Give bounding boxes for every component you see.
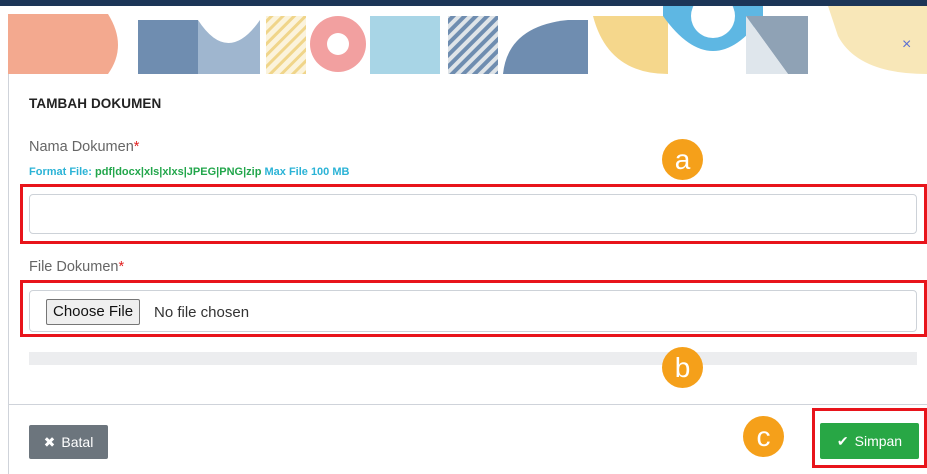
required-mark: *	[118, 259, 125, 275]
highlight-box-b	[20, 280, 927, 337]
required-mark: *	[133, 139, 140, 155]
hint-prefix: Format File:	[29, 166, 92, 178]
annotation-marker-a: a	[662, 139, 703, 180]
decorative-banner	[8, 6, 927, 74]
x-icon: ✖	[43, 433, 56, 450]
cancel-label: Batal	[61, 434, 94, 450]
cancel-button[interactable]: ✖ Batal	[29, 425, 108, 459]
hint-formats: pdf|docx|xls|xlxs|JPEG|PNG|zip	[95, 166, 262, 178]
highlight-box-a	[20, 184, 927, 244]
nama-dokumen-label: Nama Dokumen*	[29, 139, 139, 155]
modal-title: TAMBAH DOKUMEN	[29, 96, 162, 111]
footer-divider	[9, 404, 927, 405]
file-dokumen-label-text: File Dokumen	[29, 259, 119, 275]
annotation-marker-c: c	[743, 416, 784, 457]
close-icon[interactable]: ×	[902, 37, 911, 53]
upload-progress-bar	[29, 352, 917, 365]
highlight-box-c	[812, 408, 927, 468]
file-format-hint: Format File: pdf|docx|xls|xlxs|JPEG|PNG|…	[29, 166, 349, 178]
nama-dokumen-label-text: Nama Dokumen	[29, 139, 134, 155]
file-dokumen-label: File Dokumen*	[29, 259, 124, 275]
hint-max-size: Max File 100 MB	[264, 166, 350, 178]
annotation-marker-b: b	[662, 347, 703, 388]
